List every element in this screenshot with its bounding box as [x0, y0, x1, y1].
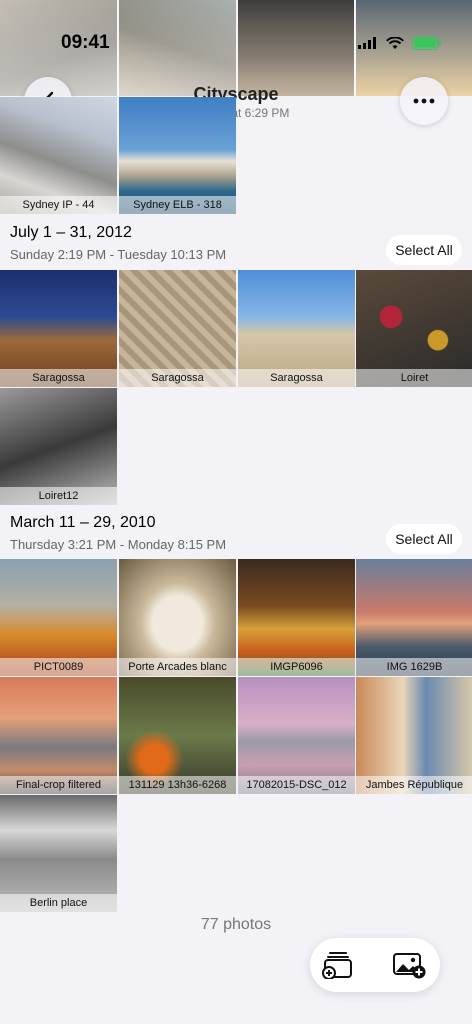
photo-thumbnail[interactable]: 17082015-DSC_012	[238, 677, 355, 794]
photo-caption: Sydney ELB - 318	[119, 196, 236, 214]
photo-thumbnail[interactable]: Porte Arcades blanc	[119, 559, 236, 676]
section-title: March 11 – 29, 2010	[10, 514, 156, 531]
photo-caption: Sydney IP - 44	[0, 196, 117, 214]
photo-thumbnail[interactable]: Loiret12	[0, 388, 117, 505]
photo-caption: Saragossa	[0, 369, 117, 387]
photo-caption: Berlin place	[0, 894, 117, 912]
add-photo-button[interactable]	[392, 951, 426, 979]
signal-icon	[358, 37, 376, 49]
photo-thumbnail[interactable]: Saragossa	[0, 270, 117, 387]
add-to-album-button[interactable]	[322, 951, 354, 980]
photo-caption: 17082015-DSC_012	[238, 776, 355, 794]
photo-caption: Porte Arcades blanc	[119, 658, 236, 676]
bottom-action-bar	[310, 938, 440, 992]
photo-caption: Saragossa	[238, 369, 355, 387]
photo-count: 77 photos	[200, 916, 272, 933]
photo-thumbnail[interactable]: IMG 1629B	[356, 559, 472, 676]
photo-thumbnail[interactable]: 131129 13h36-6268	[119, 677, 236, 794]
photo-thumbnail[interactable]: Sydney ELB - 318	[119, 97, 236, 214]
battery-icon	[412, 36, 441, 50]
add-photo-icon	[393, 953, 426, 979]
photo-caption: Saragossa	[119, 369, 236, 387]
section-date-range: Thursday 3:21 PM - Monday 8:15 PM	[10, 537, 227, 552]
photo-caption: Jambes République	[356, 776, 472, 794]
photo-caption: IMG 1629B	[356, 658, 472, 676]
photo-thumbnail[interactable]: Loiret	[356, 270, 472, 387]
photo-thumbnail[interactable]: Sydney IP - 44	[0, 97, 117, 214]
section-title: July 1 – 31, 2012	[10, 224, 132, 241]
photo-caption: Loiret12	[0, 487, 117, 505]
photo-thumbnail[interactable]: IMGP6096	[238, 559, 355, 676]
select-all-button[interactable]: Select All	[386, 235, 462, 265]
status-bar: 09:41	[0, 30, 472, 58]
select-all-button[interactable]: Select All	[386, 524, 462, 554]
add-to-album-icon	[322, 952, 352, 980]
section-date-range: Sunday 2:19 PM - Tuesday 10:13 PM	[10, 247, 227, 262]
photo-caption: 131129 13h36-6268	[119, 776, 236, 794]
photo-thumbnail[interactable]: Berlin place	[0, 795, 117, 912]
photo-caption: IMGP6096	[238, 658, 355, 676]
photo-thumbnail[interactable]: Jambes République	[356, 677, 472, 794]
photo-thumbnail[interactable]: Saragossa	[238, 270, 355, 387]
photo-thumbnail[interactable]: Saragossa	[119, 270, 236, 387]
photo-thumbnail[interactable]: Final-crop filtered	[0, 677, 117, 794]
status-time: 09:41	[61, 32, 110, 53]
wifi-icon	[386, 36, 404, 49]
photo-caption: PICT0089	[0, 658, 117, 676]
photo-caption: Loiret	[356, 369, 472, 387]
photo-caption: Final-crop filtered	[0, 776, 117, 794]
photo-thumbnail[interactable]: PICT0089	[0, 559, 117, 676]
